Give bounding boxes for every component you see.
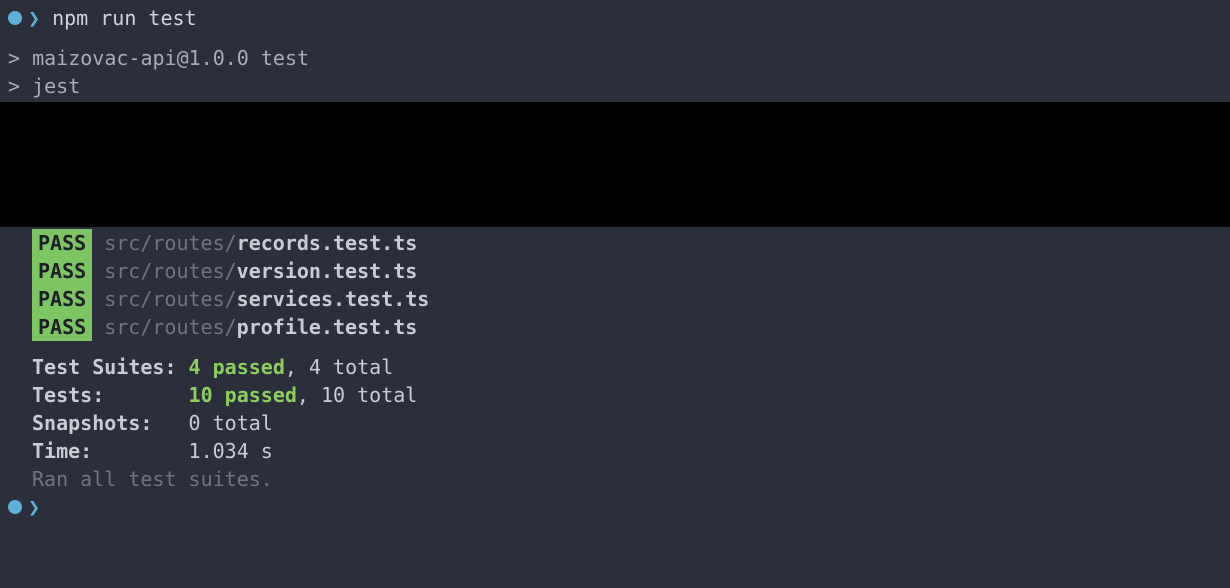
prompt-line-2[interactable]: ❯: [0, 493, 1230, 521]
summary-ran: Ran all test suites.: [0, 465, 1230, 493]
summary-snapshots: Snapshots: 0 total: [0, 409, 1230, 437]
pass-badge: PASS: [32, 229, 92, 257]
test-file: profile.test.ts: [237, 315, 418, 339]
test-result-4: PASS src/routes/profile.test.ts: [0, 313, 1230, 341]
blackout-region: [0, 102, 1230, 227]
summary-tests: Tests: 10 passed, 10 total: [0, 381, 1230, 409]
prompt-line-1[interactable]: ❯ npm run test: [0, 4, 1230, 32]
test-file: records.test.ts: [237, 231, 418, 255]
test-result-2: PASS src/routes/version.test.ts: [0, 257, 1230, 285]
test-path: src/routes/: [104, 231, 236, 255]
test-path: src/routes/: [104, 287, 236, 311]
pass-badge: PASS: [32, 313, 92, 341]
script-header-1: > maizovac-api@1.0.0 test: [0, 44, 1230, 72]
pass-badge: PASS: [32, 285, 92, 313]
test-path: src/routes/: [104, 259, 236, 283]
command-text: npm run test: [52, 6, 197, 30]
script-header-2: > jest: [0, 72, 1230, 100]
prompt-circle-icon: [8, 500, 22, 514]
summary-suites: Test Suites: 4 passed, 4 total: [0, 353, 1230, 381]
test-result-1: PASS src/routes/records.test.ts: [0, 229, 1230, 257]
test-file: services.test.ts: [237, 287, 430, 311]
test-result-3: PASS src/routes/services.test.ts: [0, 285, 1230, 313]
prompt-chevron-icon: ❯: [28, 495, 40, 519]
test-file: version.test.ts: [237, 259, 418, 283]
test-path: src/routes/: [104, 315, 236, 339]
prompt-circle-icon: [8, 11, 22, 25]
pass-badge: PASS: [32, 257, 92, 285]
summary-time: Time: 1.034 s: [0, 437, 1230, 465]
prompt-chevron-icon: ❯: [28, 6, 40, 30]
